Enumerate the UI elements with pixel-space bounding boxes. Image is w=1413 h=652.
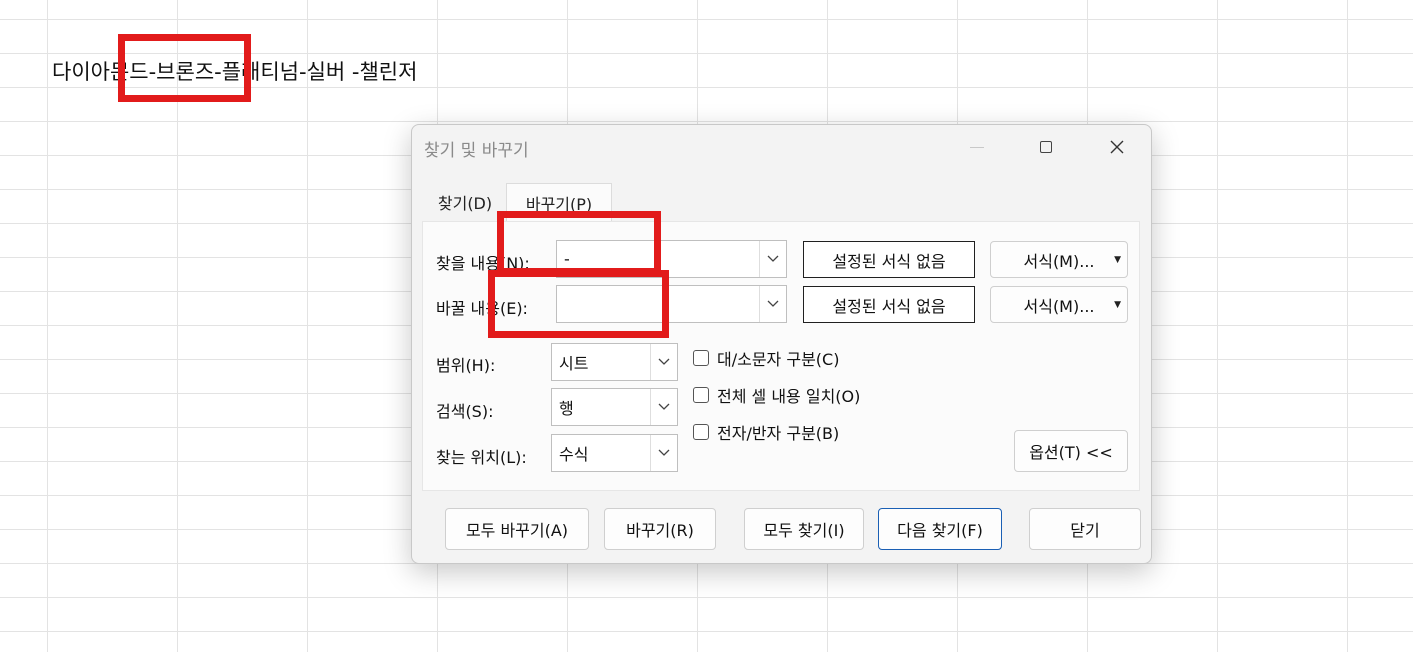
options-toggle-label: 옵션(T) <<	[1029, 443, 1113, 462]
look-in-dropdown-button[interactable]	[650, 435, 677, 471]
checkbox-box[interactable]	[693, 424, 709, 440]
close-button[interactable]: 닫기	[1029, 508, 1141, 550]
tab-find-label: 찾기(D)	[437, 194, 493, 213]
find-format-button-label: 서식(M)...	[1023, 251, 1095, 271]
minimize-button[interactable]	[954, 125, 1000, 169]
close-icon	[1110, 140, 1124, 154]
scope-dropdown-button[interactable]	[650, 344, 677, 380]
find-input[interactable]: -	[556, 240, 787, 278]
find-all-label: 모두 찾기(I)	[763, 521, 845, 540]
look-in-value: 수식	[559, 445, 589, 464]
find-format-status-label: 설정된 서식 없음	[832, 251, 946, 271]
maximize-icon	[1040, 141, 1052, 153]
scope-select[interactable]: 시트	[551, 343, 678, 381]
replace-button[interactable]: 바꾸기(R)	[604, 508, 716, 550]
scope-label: 범위(H):	[436, 356, 496, 375]
minimize-icon	[970, 146, 984, 148]
search-select[interactable]: 행	[551, 388, 678, 426]
tab-replace[interactable]: 바꾸기(P)	[506, 183, 612, 222]
match-case-checkbox[interactable]: 대/소문자 구분(C)	[693, 346, 839, 370]
replace-panel: 찾을 내용(N): - 설정된 서식 없음 서식(M)... ▼ 바꿀 내용(E…	[422, 221, 1140, 491]
dialog-title: 찾기 및 바꾸기	[424, 141, 529, 161]
cell-text[interactable]: 다이아몬드-브론즈-플래티넘-실버 -챌린저	[52, 56, 417, 86]
find-dropdown-button[interactable]	[759, 241, 786, 277]
match-case-label: 대/소문자 구분(C)	[717, 350, 840, 369]
chevron-down-icon	[658, 403, 670, 410]
options-toggle-button[interactable]: 옵션(T) <<	[1014, 430, 1128, 472]
match-entire-cell-checkbox[interactable]: 전체 셀 내용 일치(O)	[693, 383, 860, 407]
maximize-button[interactable]	[1023, 125, 1069, 169]
replace-format-status: 설정된 서식 없음	[803, 286, 975, 323]
chevron-down-icon	[658, 358, 670, 365]
find-all-button[interactable]: 모두 찾기(I)	[744, 508, 864, 550]
close-window-button[interactable]	[1094, 125, 1140, 169]
caret-down-icon: ▼	[1114, 254, 1121, 265]
tab-find[interactable]: 찾기(D)	[424, 183, 506, 221]
checkbox-box[interactable]	[693, 350, 709, 366]
find-format-button[interactable]: 서식(M)... ▼	[990, 241, 1128, 278]
search-value: 행	[559, 399, 574, 418]
find-replace-dialog: 찾기 및 바꾸기 찾기(D) 바꾸기(P) 찾을 내용(N): - 설정된 서식…	[411, 124, 1152, 564]
find-next-button[interactable]: 다음 찾기(F)	[878, 508, 1002, 550]
find-input-value: -	[564, 249, 570, 269]
match-byte-label: 전자/반자 구분(B)	[717, 424, 840, 443]
replace-format-status-label: 설정된 서식 없음	[832, 296, 946, 316]
replace-format-button[interactable]: 서식(M)... ▼	[990, 286, 1128, 323]
replace-button-label: 바꾸기(R)	[626, 521, 694, 540]
replace-input[interactable]	[556, 285, 787, 323]
scope-value: 시트	[559, 354, 589, 373]
replace-all-button[interactable]: 모두 바꾸기(A)	[445, 508, 589, 550]
match-entire-cell-label: 전체 셀 내용 일치(O)	[717, 387, 861, 406]
dialog-titlebar[interactable]: 찾기 및 바꾸기	[412, 125, 1151, 169]
checkbox-box[interactable]	[693, 387, 709, 403]
tab-replace-label: 바꾸기(P)	[525, 195, 593, 214]
close-button-label: 닫기	[1070, 521, 1100, 540]
chevron-down-icon	[767, 300, 779, 307]
search-dropdown-button[interactable]	[650, 389, 677, 425]
chevron-down-icon	[658, 449, 670, 456]
match-byte-checkbox[interactable]: 전자/반자 구분(B)	[693, 420, 839, 444]
look-in-label: 찾는 위치(L):	[436, 448, 527, 467]
replace-dropdown-button[interactable]	[759, 286, 786, 322]
replace-all-label: 모두 바꾸기(A)	[465, 521, 569, 540]
chevron-down-icon	[767, 255, 779, 262]
search-label: 검색(S):	[436, 402, 494, 421]
find-format-status: 설정된 서식 없음	[803, 241, 975, 278]
caret-down-icon: ▼	[1114, 299, 1121, 310]
replace-label: 바꿀 내용(E):	[436, 299, 528, 318]
replace-format-button-label: 서식(M)...	[1023, 296, 1095, 316]
find-label: 찾을 내용(N):	[436, 254, 530, 273]
look-in-select[interactable]: 수식	[551, 434, 678, 472]
find-next-label: 다음 찾기(F)	[897, 521, 983, 540]
